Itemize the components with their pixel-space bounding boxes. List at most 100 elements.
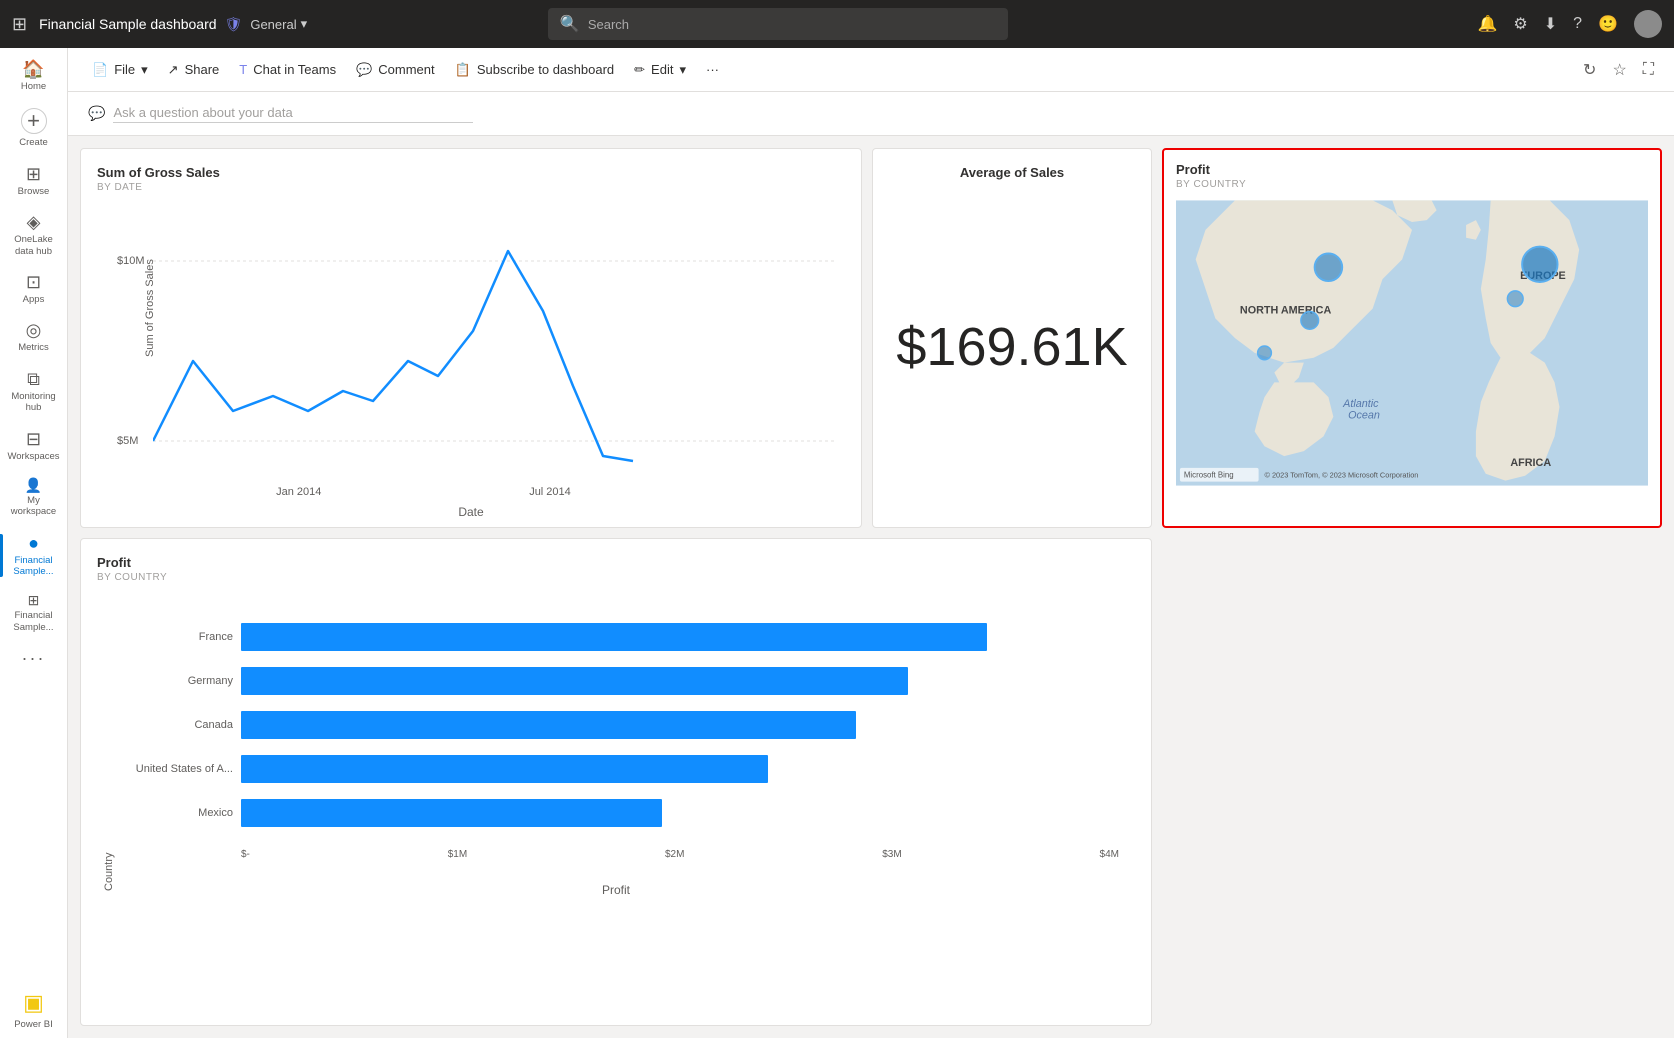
subscribe-button[interactable]: 📋 Subscribe to dashboard [447, 58, 623, 82]
powerbi-logo[interactable]: ▣ Power BI [6, 982, 61, 1038]
bar-row-mexico: Mexico [121, 799, 1119, 827]
x-tick-1m: $1M [448, 849, 467, 860]
sidebar-item-metrics[interactable]: ◎ Metrics [0, 313, 67, 361]
sidebar-item-more[interactable]: ··· [0, 641, 67, 675]
x-tick-0: $- [241, 849, 250, 860]
download-button[interactable]: ⬇ [1544, 14, 1557, 34]
avatar[interactable] [1634, 10, 1662, 38]
sidebar-item-label-financial-sample2: Financial Sample... [4, 610, 63, 633]
teams-icon: T [239, 62, 247, 77]
sidebar-item-label-workspaces: Workspaces [7, 451, 59, 462]
bar-y-axis-label: Country [97, 591, 121, 891]
settings-button[interactable]: ⚙ [1513, 14, 1527, 34]
search-input[interactable] [588, 17, 996, 32]
sidebar-item-onelake[interactable]: ◈ OneLake data hub [0, 205, 67, 265]
avg-sales-value: $169.61K [896, 316, 1127, 378]
refresh-button[interactable]: ↻ [1579, 56, 1600, 84]
top-nav: ⊞ Financial Sample dashboard 🛡 General ▾… [0, 0, 1674, 48]
sidebar-item-monitoring[interactable]: ⧉ Monitoring hub [0, 362, 67, 422]
svg-text:Atlantic: Atlantic [1342, 398, 1379, 410]
profit-map-title: Profit [1176, 162, 1648, 177]
sidebar-item-label-my-workspace: My workspace [4, 495, 63, 518]
svg-text:Jan 2014: Jan 2014 [276, 486, 321, 498]
grid-icon[interactable]: ⊞ [12, 14, 27, 35]
browse-icon: ⊞ [26, 165, 41, 183]
content-area: 📄 File ▾ ↗ Share T Chat in Teams 💬 Comme… [68, 48, 1674, 1038]
x-tick-3m: $3M [882, 849, 901, 860]
main-layout: 🏠 Home + Create ⊞ Browse ◈ OneLake data … [0, 48, 1674, 1038]
more-label: ··· [706, 62, 719, 77]
bar-row-germany: Germany [121, 667, 1119, 695]
search-icon: 🔍 [560, 14, 580, 34]
emoji-button[interactable]: 🙂 [1598, 14, 1618, 34]
my-workspace-icon: 👤 [25, 478, 42, 492]
file-chevron: ▾ [141, 62, 148, 78]
bar-label-france: France [121, 631, 241, 643]
chevron-down-icon: ▾ [301, 16, 308, 32]
sidebar-item-home[interactable]: 🏠 Home [0, 52, 67, 100]
qa-bar: 💬 [68, 92, 1674, 136]
powerbi-label: Power BI [14, 1019, 53, 1030]
avg-sales-title: Average of Sales [960, 165, 1064, 180]
help-button[interactable]: ? [1573, 15, 1582, 33]
chat-in-teams-button[interactable]: T Chat in Teams [231, 58, 344, 81]
chat-label: Chat in Teams [253, 62, 336, 77]
file-icon: 📄 [92, 62, 108, 78]
apps-icon: ⊡ [26, 273, 41, 291]
line-chart-svg: Jan 2014 Jul 2014 [153, 201, 837, 501]
x-axis-label: Date [97, 505, 845, 519]
bar-fill-france [241, 623, 987, 651]
gross-sales-tile: Sum of Gross Sales BY DATE Sum of Gross … [80, 148, 862, 528]
subscribe-icon: 📋 [455, 62, 471, 78]
profit-map-subtitle: BY COUNTRY [1176, 179, 1648, 190]
file-button[interactable]: 📄 File ▾ [84, 58, 156, 82]
avg-sales-tile: Average of Sales $169.61K [872, 148, 1152, 528]
sidebar-item-financial-sample2[interactable]: ⊞ Financial Sample... [0, 585, 67, 641]
sidebar-item-label-onelake: OneLake data hub [4, 234, 63, 257]
financial-sample2-icon: ⊞ [28, 593, 40, 607]
sidebar-item-create[interactable]: + Create [0, 100, 67, 156]
notifications-button[interactable]: 🔔 [1478, 14, 1498, 34]
qa-input[interactable] [113, 105, 473, 123]
sidebar: 🏠 Home + Create ⊞ Browse ◈ OneLake data … [0, 48, 68, 1038]
dashboard: Sum of Gross Sales BY DATE Sum of Gross … [68, 136, 1674, 1038]
svg-text:NORTH AMERICA: NORTH AMERICA [1240, 305, 1332, 317]
bar-label-usa: United States of A... [121, 763, 241, 775]
svg-text:Ocean: Ocean [1348, 410, 1380, 422]
share-button[interactable]: ↗ Share [160, 58, 228, 82]
edit-button[interactable]: ✏ Edit ▾ [626, 58, 694, 82]
sidebar-item-label-metrics: Metrics [18, 342, 49, 353]
onelake-icon: ◈ [27, 213, 41, 231]
bar-fill-canada [241, 711, 856, 739]
top-nav-actions: 🔔 ⚙ ⬇ ? 🙂 [1478, 10, 1663, 38]
fullscreen-button[interactable]: ⛶ [1639, 57, 1658, 83]
bar-track-usa [241, 755, 1119, 783]
sidebar-item-label-home: Home [21, 81, 46, 92]
gross-sales-title: Sum of Gross Sales [97, 165, 845, 180]
search-bar[interactable]: 🔍 [548, 8, 1008, 40]
sidebar-item-label-monitoring: Monitoring hub [4, 391, 63, 414]
sidebar-item-browse[interactable]: ⊞ Browse [0, 157, 67, 205]
sidebar-item-workspaces[interactable]: ⊟ Workspaces [0, 422, 67, 470]
metrics-icon: ◎ [26, 321, 42, 339]
more-options-button[interactable]: ··· [698, 58, 727, 81]
create-icon: + [21, 108, 47, 134]
sidebar-item-my-workspace[interactable]: 👤 My workspace [0, 470, 67, 526]
bar-label-mexico: Mexico [121, 807, 241, 819]
app-title: Financial Sample dashboard 🛡 General ▾ [39, 16, 307, 33]
comment-button[interactable]: 💬 Comment [348, 58, 443, 82]
toolbar-right: ↻ ☆ ⛶ [1579, 56, 1658, 84]
sidebar-item-apps[interactable]: ⊡ Apps [0, 265, 67, 313]
svg-text:© 2023 TomTom, © 2023 Microsof: © 2023 TomTom, © 2023 Microsoft Corporat… [1265, 471, 1419, 480]
y-tick-10m: $10M [117, 255, 145, 267]
bar-track-mexico [241, 799, 1119, 827]
comment-icon: 💬 [356, 62, 372, 78]
workspace-badge[interactable]: General ▾ [250, 16, 307, 32]
sidebar-item-financial-sample[interactable]: ● Financial Sample... [0, 526, 67, 586]
sidebar-item-label-create: Create [19, 137, 48, 148]
favorite-button[interactable]: ☆ [1608, 56, 1630, 84]
x-tick-2m: $2M [665, 849, 684, 860]
bar-track-canada [241, 711, 1119, 739]
edit-icon: ✏ [634, 62, 645, 78]
bar-track-germany [241, 667, 1119, 695]
